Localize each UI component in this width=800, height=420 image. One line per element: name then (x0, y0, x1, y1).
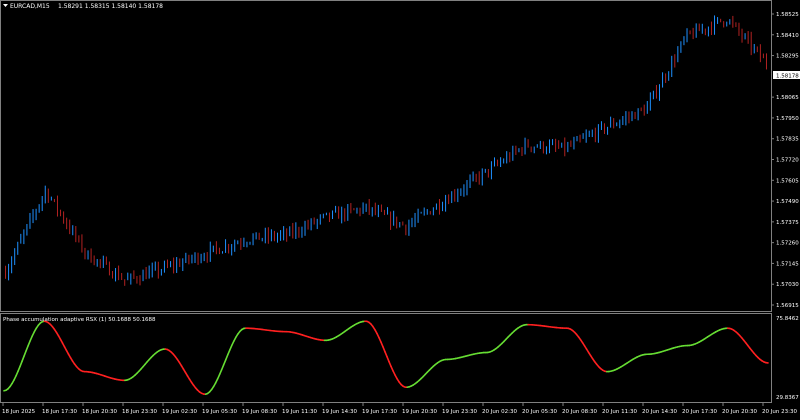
rsx-segment (22, 356, 24, 361)
time-tick-label: 20 Jun 08:30 (562, 409, 597, 415)
indicator-top-value: 75.8462 (776, 316, 799, 322)
time-tick-label: 19 Jun 08:30 (242, 409, 277, 415)
price-tick-label: 1.57260 (776, 241, 799, 247)
time-tick-label: 19 Jun 11:30 (282, 409, 317, 415)
time-tick-label: 19 Jun 17:30 (362, 409, 397, 415)
symbol-timeframe: EURCAD,M15 (10, 3, 50, 10)
price-tick-label: 1.57490 (776, 199, 799, 205)
rsx-segment (224, 360, 226, 365)
time-tick-label: 18 Jun 2025 (2, 409, 36, 415)
time-tick-label: 20 Jun 17:30 (682, 409, 717, 415)
price-tick-label: 1.57030 (776, 282, 799, 288)
price-tick-label: 1.58410 (776, 33, 799, 39)
rsx-indicator-line (4, 321, 768, 394)
time-tick-label: 19 Jun 14:30 (322, 409, 357, 415)
price-tick-label: 1.57835 (776, 137, 799, 143)
time-tick-label: 18 Jun 20:30 (82, 409, 117, 415)
mt4-chart-window: 1.58525 1.58410 1.58295 1.58065 1.57950 1.578… (0, 0, 800, 416)
price-tick-label: 1.57145 (776, 261, 799, 267)
price-tick-label: 1.57950 (776, 116, 799, 122)
symbol-dropdown-icon[interactable] (3, 4, 8, 7)
time-tick-label: 20 Jun 05:30 (522, 409, 557, 415)
ohlc-values: 1.58291 1.58315 1.58140 1.58178 (58, 3, 163, 10)
time-tick-label: 18 Jun 17:30 (42, 409, 77, 415)
rsx-segment (26, 346, 28, 351)
time-tick-label: 20 Jun 14:30 (642, 409, 677, 415)
time-tick-label: 19 Jun 23:30 (442, 409, 477, 415)
price-tick-label: 1.58525 (776, 12, 799, 18)
chart-canvas[interactable]: 1.58525 1.58410 1.58295 1.58065 1.57950 1.578… (0, 0, 800, 416)
price-tick-label: 1.57720 (776, 158, 799, 164)
price-tick-label: 1.56915 (776, 303, 799, 309)
indicator-bottom-value: 29.8367 (776, 395, 799, 401)
time-tick-label: 19 Jun 20:30 (402, 409, 437, 415)
price-tick-label: 1.57375 (776, 220, 799, 226)
rsx-segment (24, 351, 26, 356)
price-axis: 1.58525 1.58410 1.58295 1.58065 1.57950 1.578… (771, 12, 799, 309)
time-tick-label: 19 Jun 05:30 (202, 409, 237, 415)
price-tick-label: 1.58295 (776, 54, 799, 60)
rsx-segment (385, 352, 387, 357)
time-tick-label: 20 Jun 20:30 (722, 409, 757, 415)
time-tick-label: 20 Jun 02:30 (482, 409, 517, 415)
price-tick-label: 1.57605 (776, 178, 799, 184)
current-price-value: 1.58178 (776, 74, 799, 80)
main-chart-frame (1, 1, 772, 312)
time-tick-label: 20 Jun 11:30 (602, 409, 637, 415)
time-axis: 18 Jun 2025 18 Jun 17:30 18 Jun 20:30 18 Ju… (2, 403, 797, 415)
time-tick-label: 18 Jun 23:30 (122, 409, 157, 415)
indicator-label: Phase accumulation adaptive RSX (1) 50.1… (3, 317, 156, 323)
time-tick-label: 19 Jun 02:30 (162, 409, 197, 415)
rsx-segment (20, 361, 22, 366)
indicator-frame (1, 314, 772, 403)
time-tick-label: 20 Jun 23:30 (762, 409, 797, 415)
price-tick-label: 1.58065 (776, 95, 799, 101)
price-candles (6, 15, 767, 285)
